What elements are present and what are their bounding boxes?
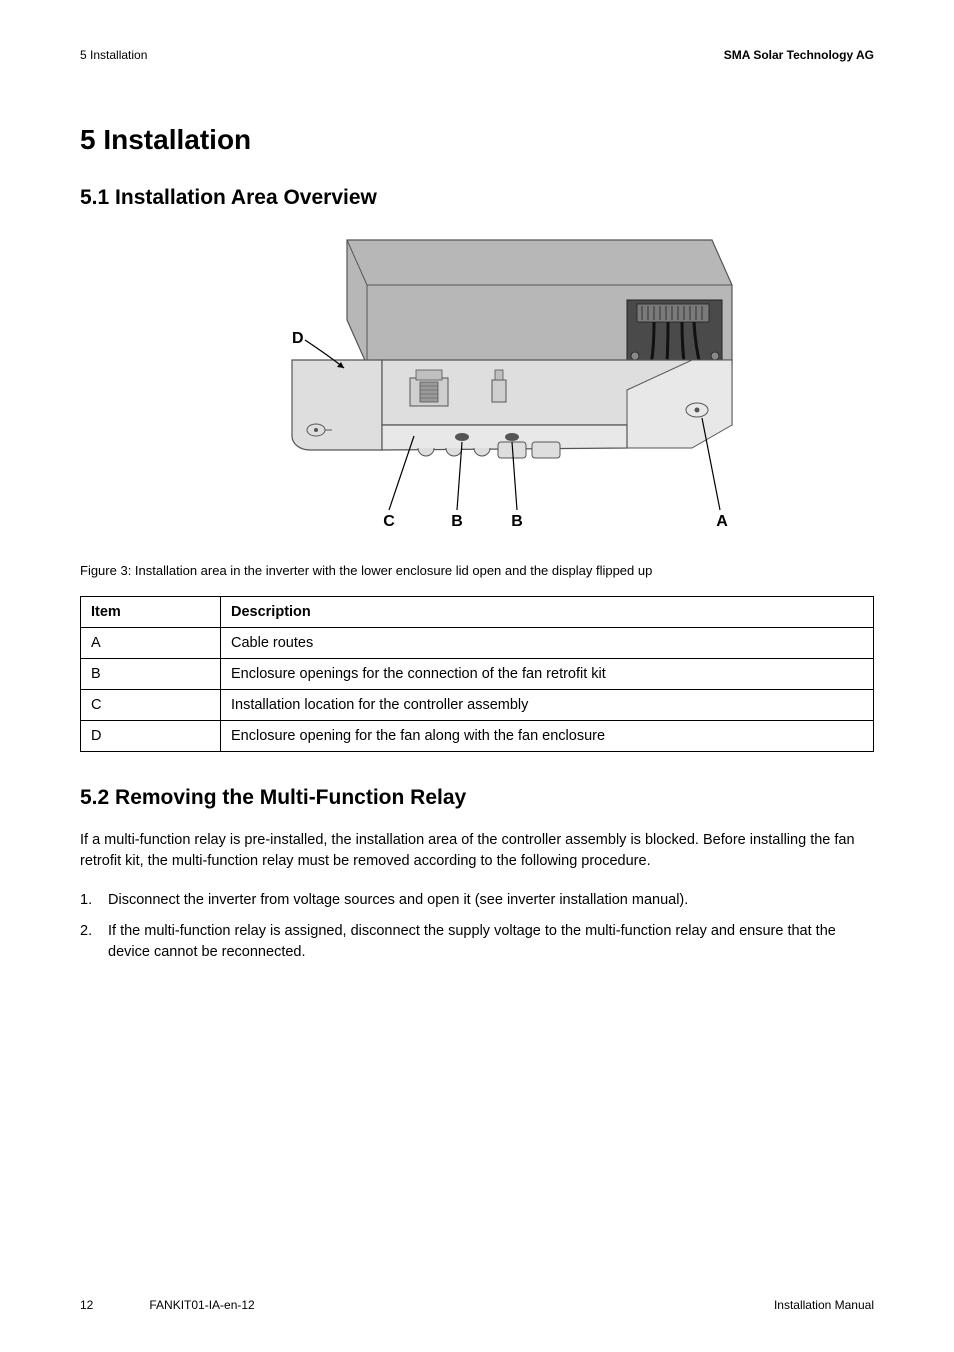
table-row: D Enclosure opening for the fan along wi… [81, 721, 874, 752]
step-number: 1. [80, 890, 92, 911]
table-cell-item: A [81, 628, 221, 659]
footer-page-number: 12 [80, 1298, 93, 1312]
table-cell-item: B [81, 659, 221, 690]
table-header-description: Description [221, 597, 874, 628]
table-cell-description: Cable routes [221, 628, 874, 659]
section-5-2-heading: 5.2 Removing the Multi-Function Relay [80, 786, 874, 810]
section-5-1-heading: 5.1 Installation Area Overview [80, 186, 874, 210]
table-cell-description: Installation location for the controller… [221, 690, 874, 721]
step-text: Disconnect the inverter from voltage sou… [108, 892, 688, 908]
installation-items-table: Item Description A Cable routes B Enclos… [80, 596, 874, 752]
figure-label-d: D [292, 330, 304, 347]
table-cell-item: C [81, 690, 221, 721]
table-cell-description: Enclosure opening for the fan along with… [221, 721, 874, 752]
step-1: 1. Disconnect the inverter from voltage … [108, 890, 874, 911]
figure-label-b-2: B [511, 513, 523, 530]
figure-label-c: C [383, 513, 395, 530]
page-footer: 12 FANKIT01-IA-en-12 Installation Manual [80, 1298, 874, 1312]
header-section-ref: 5 Installation [80, 48, 147, 62]
figure-3-caption: Figure 3: Installation area in the inver… [80, 563, 874, 578]
table-cell-description: Enclosure openings for the connection of… [221, 659, 874, 690]
page-header: 5 Installation SMA Solar Technology AG [80, 48, 874, 62]
step-2: 2. If the multi-function relay is assign… [108, 921, 874, 963]
figure-3: D C B B A [80, 230, 874, 545]
installation-area-diagram: D C B B A [192, 230, 762, 540]
chapter-heading: 5 Installation [80, 124, 874, 156]
footer-doc-id: FANKIT01-IA-en-12 [149, 1298, 254, 1312]
step-text: If the multi-function relay is assigned,… [108, 923, 836, 960]
table-row: A Cable routes [81, 628, 874, 659]
footer-doc-type: Installation Manual [774, 1298, 874, 1312]
procedure-steps: 1. Disconnect the inverter from voltage … [80, 890, 874, 963]
figure-label-a: A [716, 513, 728, 530]
table-cell-item: D [81, 721, 221, 752]
section-5-2-intro: If a multi-function relay is pre-install… [80, 830, 874, 872]
header-company: SMA Solar Technology AG [724, 48, 874, 62]
table-header-item: Item [81, 597, 221, 628]
step-number: 2. [80, 921, 92, 942]
figure-label-b-1: B [451, 513, 463, 530]
table-row: C Installation location for the controll… [81, 690, 874, 721]
table-row: B Enclosure openings for the connection … [81, 659, 874, 690]
